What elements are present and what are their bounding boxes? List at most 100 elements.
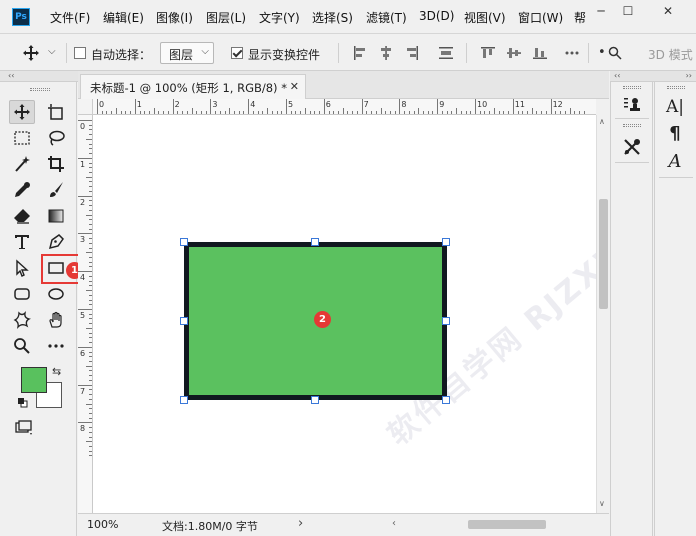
align-left-edges-icon[interactable]	[352, 45, 368, 61]
ruler-tick	[89, 266, 92, 268]
status-menu-arrow[interactable]: ›	[298, 516, 303, 531]
show-transform-checkbox[interactable]	[231, 47, 243, 59]
transform-handle-right[interactable]	[442, 317, 450, 325]
ruler-tick	[569, 108, 571, 114]
scroll-up-icon[interactable]: ∧	[599, 117, 605, 126]
properties-panel-button[interactable]	[620, 136, 644, 158]
menu-edit[interactable]: 编辑(E)	[103, 9, 144, 26]
align-bottom-edges-icon[interactable]	[532, 45, 548, 61]
ruler-tick	[512, 99, 514, 114]
foreground-color-swatch-front[interactable]	[21, 367, 47, 393]
crop-tool[interactable]	[43, 152, 69, 176]
vertical-scrollbar[interactable]: ∧ ∨	[596, 115, 609, 513]
ruler-tick	[361, 99, 363, 114]
ruler-tick	[89, 294, 92, 296]
horizontal-scroll-thumb[interactable]	[468, 520, 546, 529]
menu-help[interactable]: 帮	[574, 9, 586, 26]
more-options-icon[interactable]	[564, 45, 580, 61]
menu-select[interactable]: 选择(S)	[312, 9, 353, 26]
swap-colors-icon[interactable]: ⇆	[52, 365, 61, 378]
eraser-tool[interactable]	[9, 204, 35, 228]
menu-3d[interactable]: 3D(D)	[419, 9, 454, 23]
lasso-tool[interactable]	[43, 126, 69, 150]
pen-tool[interactable]	[43, 230, 69, 254]
transform-handle-top[interactable]	[311, 238, 319, 246]
align-horizontal-centers-icon[interactable]	[378, 45, 394, 61]
transform-handle-left[interactable]	[180, 317, 188, 325]
paragraph-panel-button[interactable]: ¶	[663, 122, 687, 144]
rounded-rectangle-tool[interactable]	[9, 282, 35, 306]
marquee-tool[interactable]	[9, 126, 35, 150]
menu-file[interactable]: 文件(F)	[50, 9, 90, 26]
transform-handle-bottom-left[interactable]	[180, 396, 188, 404]
scroll-down-icon[interactable]: ∨	[599, 499, 605, 508]
panel-collapse-right[interactable]: ››	[654, 71, 696, 82]
move-tool[interactable]	[9, 100, 35, 124]
ruler-number: 0	[80, 122, 86, 131]
gradient-tool[interactable]	[43, 204, 69, 228]
auto-select-target-dropdown[interactable]: 图层 ⌵	[160, 42, 214, 64]
magic-wand-tool[interactable]	[9, 152, 35, 176]
path-selection-tool[interactable]	[9, 256, 35, 280]
ruler-tick	[536, 111, 538, 114]
ellipse-tool[interactable]	[43, 282, 69, 306]
panel-grip[interactable]	[623, 86, 641, 89]
custom-shape-tool[interactable]	[9, 308, 35, 332]
horizontal-ruler[interactable]: 0 1 2 3 4 5 6 7 8 9 10 11 12	[93, 99, 596, 115]
align-vertical-centers-icon[interactable]	[506, 45, 522, 61]
chevron-down-icon[interactable]: ⌵	[48, 46, 56, 57]
minimize-button[interactable]: ─	[590, 3, 612, 19]
vertical-scroll-thumb[interactable]	[599, 199, 608, 309]
ruler-tick	[89, 342, 92, 344]
eyedropper-tool[interactable]	[9, 178, 35, 202]
ruler-tick	[89, 436, 92, 438]
brush-tool[interactable]	[43, 178, 69, 202]
align-right-edges-icon[interactable]	[404, 45, 420, 61]
menu-layer[interactable]: 图层(L)	[206, 9, 246, 26]
glyphs-panel-button[interactable]: A	[663, 150, 687, 172]
menu-filter[interactable]: 滤镜(T)	[366, 9, 407, 26]
ruler-tick	[229, 108, 231, 114]
scroll-left-icon[interactable]: ‹	[392, 518, 396, 529]
menu-window[interactable]: 窗口(W)	[518, 9, 563, 26]
screen-mode-icon[interactable]	[15, 420, 33, 436]
character-panel-button[interactable]: A|	[663, 96, 687, 118]
menu-type[interactable]: 文字(Y)	[259, 9, 300, 26]
type-tool[interactable]	[9, 230, 35, 254]
distribute-vertical-icon[interactable]	[438, 45, 454, 61]
auto-select-checkbox[interactable]	[74, 47, 86, 59]
ruler-tick	[257, 111, 259, 114]
transform-handle-top-right[interactable]	[442, 238, 450, 246]
artboard-tool[interactable]	[43, 100, 69, 124]
tools-grip[interactable]	[30, 88, 50, 91]
menu-view[interactable]: 视图(V)	[464, 9, 506, 26]
close-tab-icon[interactable]: ✕	[290, 80, 299, 93]
document-tab[interactable]: 未标题-1 @ 100% (矩形 1, RGB/8) * ✕	[80, 74, 306, 99]
zoom-tool[interactable]	[9, 334, 35, 358]
default-colors-icon[interactable]	[18, 397, 28, 408]
panel-grip[interactable]	[667, 86, 685, 89]
history-panel-button[interactable]	[620, 94, 644, 116]
close-window-button[interactable]: ✕	[657, 3, 679, 19]
menu-image[interactable]: 图像(I)	[156, 9, 193, 26]
ruler-tick	[120, 111, 122, 114]
align-top-edges-icon[interactable]	[480, 45, 496, 61]
tools-panel-collapse[interactable]: ‹‹	[0, 71, 78, 82]
zoom-level[interactable]: 100%	[87, 518, 118, 531]
ruler-tick	[89, 431, 92, 433]
ruler-origin[interactable]	[78, 99, 93, 115]
transform-handle-bottom[interactable]	[311, 396, 319, 404]
maximize-button[interactable]: ☐	[617, 3, 639, 19]
transform-handle-top-left[interactable]	[180, 238, 188, 246]
orbit-3d-icon[interactable]: •	[598, 45, 606, 60]
move-tool-icon[interactable]	[22, 44, 40, 62]
transform-handle-bottom-right[interactable]	[442, 396, 450, 404]
ruler-tick	[89, 167, 92, 169]
panel-collapse-left[interactable]: ‹‹	[610, 71, 654, 82]
more-tools-button[interactable]	[43, 334, 69, 358]
ruler-tick	[451, 111, 453, 114]
hand-tool[interactable]	[43, 308, 69, 332]
panel-grip[interactable]	[623, 124, 641, 127]
vertical-ruler[interactable]: 0 1 2 3 4 5 6 7 8	[78, 115, 93, 513]
search-icon[interactable]	[608, 46, 622, 60]
